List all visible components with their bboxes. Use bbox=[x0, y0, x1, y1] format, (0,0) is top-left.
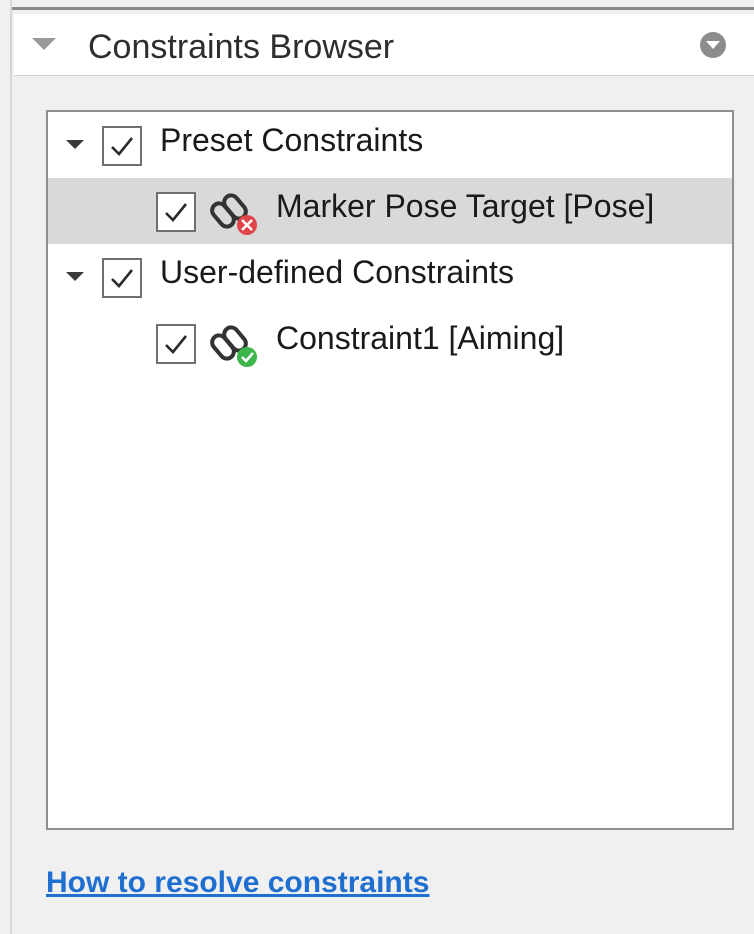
item-label: Marker Pose Target [Pose] bbox=[276, 188, 655, 224]
item-checkbox-marker-pose-target[interactable] bbox=[156, 192, 196, 232]
chain-link-ok-icon bbox=[210, 325, 257, 367]
group-checkbox-user-defined-constraints[interactable] bbox=[102, 258, 142, 298]
expand-arrow-icon[interactable] bbox=[66, 272, 84, 281]
resolve-constraints-help-link[interactable]: How to resolve constraints bbox=[46, 866, 429, 900]
tree-item-marker-pose-target[interactable]: Marker Pose Target [Pose] bbox=[48, 178, 732, 244]
checkmark-icon bbox=[165, 335, 188, 354]
item-checkbox-constraint1[interactable] bbox=[156, 324, 196, 364]
tree-item-constraint1[interactable]: Constraint1 [Aiming] bbox=[48, 310, 732, 376]
panel-header[interactable]: Constraints Browser bbox=[14, 14, 754, 76]
checkmark-icon bbox=[111, 137, 134, 156]
group-checkbox-preset-constraints[interactable] bbox=[102, 126, 142, 166]
constraints-browser-panel: Constraints Browser Preset Constraints M… bbox=[10, 0, 754, 934]
group-label: User-defined Constraints bbox=[160, 254, 514, 290]
item-label: Constraint1 [Aiming] bbox=[276, 320, 565, 356]
panel-top-border bbox=[12, 0, 754, 10]
triangle-down-icon[interactable] bbox=[32, 38, 56, 50]
tree-group-preset-constraints[interactable]: Preset Constraints bbox=[48, 112, 732, 178]
checkmark-icon bbox=[111, 269, 134, 288]
checkmark-icon bbox=[165, 203, 188, 222]
panel-title: Constraints Browser bbox=[88, 28, 395, 66]
tree-group-user-defined-constraints[interactable]: User-defined Constraints bbox=[48, 244, 732, 310]
constraints-tree: Preset Constraints Marker Pose Target [P… bbox=[46, 110, 734, 830]
circle-chevron-down-icon[interactable] bbox=[700, 32, 726, 58]
chain-link-error-icon bbox=[210, 193, 257, 235]
group-label: Preset Constraints bbox=[160, 122, 424, 158]
expand-arrow-icon[interactable] bbox=[66, 140, 84, 149]
